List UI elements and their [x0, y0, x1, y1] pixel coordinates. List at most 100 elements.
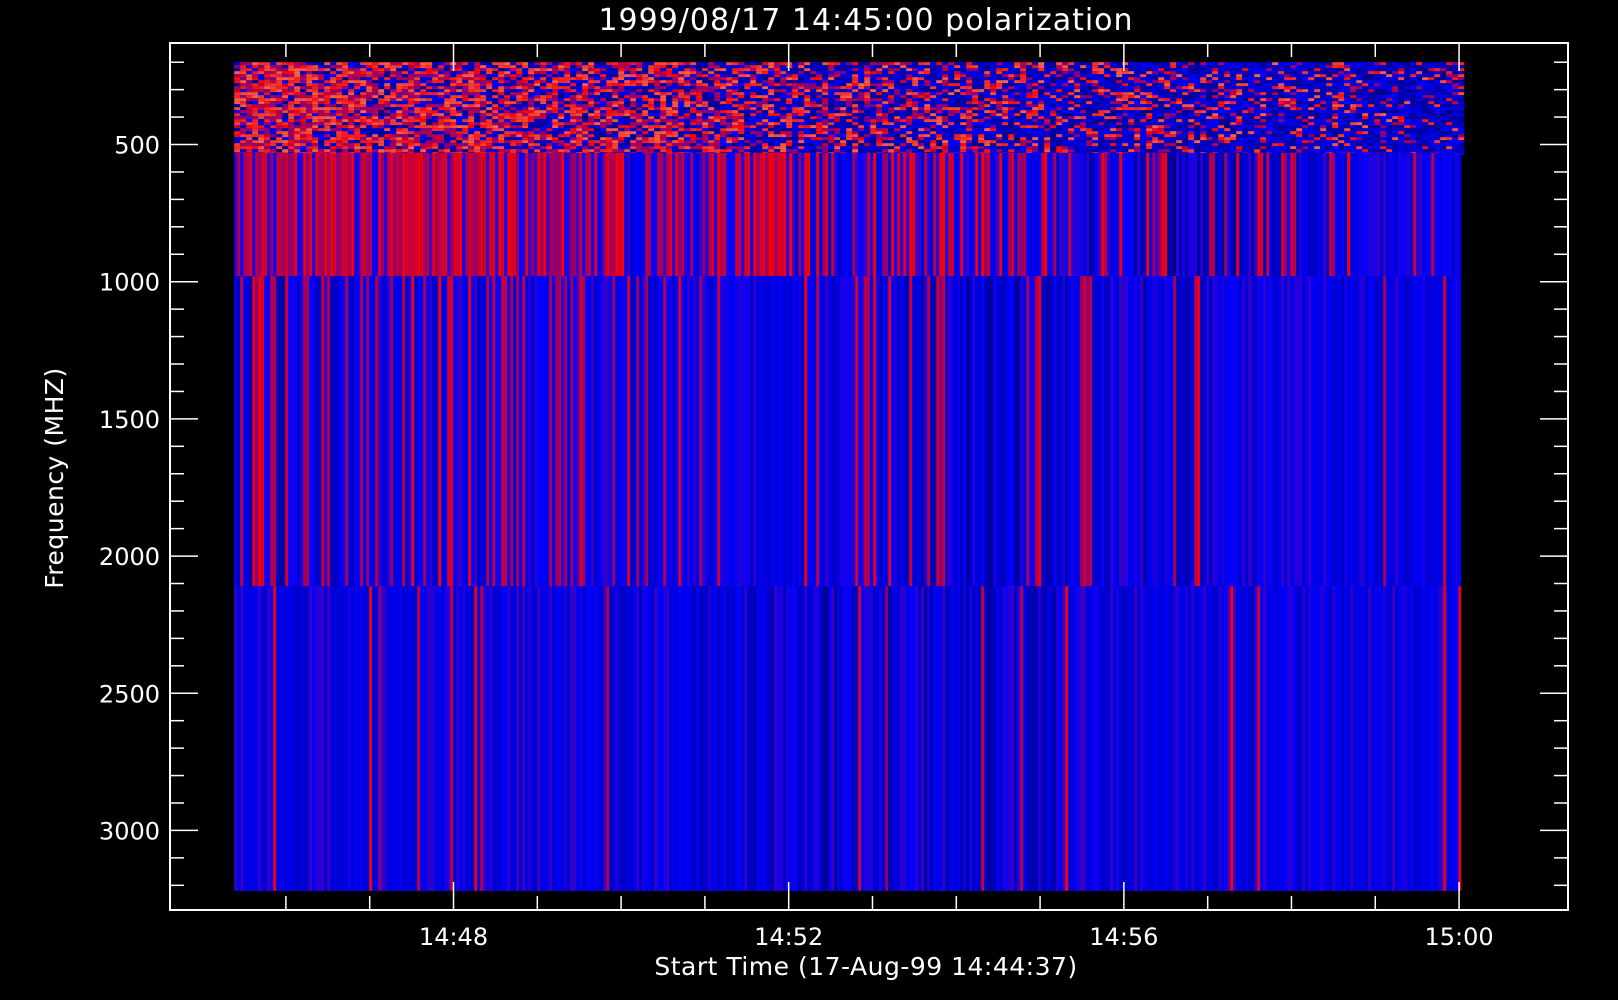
heatmap-cell: [318, 86, 325, 90]
heatmap-cell: [1140, 74, 1147, 78]
heatmap-cell: [234, 83, 241, 87]
heatmap-cell: [948, 92, 955, 96]
heatmap-cell: [750, 65, 757, 69]
heatmap-cell: [618, 128, 625, 132]
heatmap-cell: [306, 86, 313, 90]
heatmap-cell: [282, 86, 289, 90]
heatmap-cell: [648, 101, 655, 105]
heatmap-cell: [606, 104, 613, 108]
heatmap-cell: [858, 128, 865, 132]
heatmap-cell: [438, 86, 445, 90]
heatmap-cell: [246, 119, 253, 123]
heatmap-cell: [324, 74, 331, 78]
heatmap-cell: [600, 119, 607, 123]
heatmap-cell: [954, 98, 961, 102]
heatmap-cell: [528, 128, 535, 132]
heatmap-cell: [282, 77, 289, 81]
heatmap-cell: [1110, 101, 1117, 105]
heatmap-cell: [1032, 113, 1039, 117]
heatmap-cell: [1290, 131, 1297, 135]
heatmap-cell: [684, 77, 691, 81]
heatmap-cell: [1410, 95, 1417, 99]
heatmap-cell: [876, 71, 883, 75]
heatmap-cell: [438, 119, 445, 123]
heatmap-cell: [240, 101, 247, 105]
heatmap-cell: [756, 104, 763, 108]
heatmap-cell: [702, 101, 709, 105]
heatmap-cell: [534, 80, 541, 84]
heatmap-cell: [546, 95, 553, 99]
heatmap-cell: [570, 128, 577, 132]
heatmap-cell: [1236, 110, 1243, 114]
heatmap-cell: [546, 116, 553, 120]
heatmap-cell: [294, 71, 301, 75]
heatmap-cell: [1242, 80, 1249, 84]
heatmap-cell: [828, 113, 835, 117]
heatmap-cell: [792, 83, 799, 87]
heatmap-cell: [1290, 77, 1297, 81]
heatmap-cell: [1032, 68, 1039, 72]
heatmap-cell: [756, 80, 763, 84]
heatmap-cell: [342, 80, 349, 84]
heatmap-cell: [948, 71, 955, 75]
heatmap-cell: [318, 92, 325, 96]
heatmap-cell: [912, 83, 919, 87]
heatmap-cell: [1320, 77, 1327, 81]
heatmap-cell: [372, 71, 379, 75]
heatmap-cell: [1428, 62, 1435, 66]
heatmap-cell: [1248, 71, 1255, 75]
heatmap-cell: [408, 101, 415, 105]
heatmap-cell: [1278, 95, 1285, 99]
heatmap-cell: [1236, 77, 1243, 81]
heatmap-cell: [708, 71, 715, 75]
heatmap-cell: [366, 95, 373, 99]
heatmap-cell: [954, 116, 961, 120]
heatmap-cell: [540, 104, 547, 108]
heatmap-cell: [1128, 107, 1135, 111]
heatmap-cell: [480, 65, 487, 69]
heatmap-cell: [366, 116, 373, 120]
heatmap-cell: [1314, 110, 1321, 114]
heatmap-cell: [1002, 107, 1009, 111]
heatmap-cell: [1140, 128, 1147, 132]
heatmap-cell: [966, 131, 973, 135]
heatmap-cell: [282, 74, 289, 78]
heatmap-cell: [426, 89, 433, 93]
heatmap-cell: [1278, 62, 1285, 66]
heatmap-cell: [1278, 80, 1285, 84]
heatmap-cell: [858, 98, 865, 102]
heatmap-cell: [1266, 128, 1273, 132]
heatmap-cell: [834, 68, 841, 72]
heatmap-cell: [372, 62, 379, 66]
heatmap-cell: [1032, 86, 1039, 90]
heatmap-cell: [1290, 107, 1297, 111]
heatmap-cell: [984, 113, 991, 117]
heatmap-cell: [840, 86, 847, 90]
heatmap-cell: [1074, 122, 1081, 126]
heatmap-cell: [564, 131, 571, 135]
heatmap-cell: [840, 65, 847, 69]
heatmap-cell: [1254, 65, 1261, 69]
heatmap-cell: [1038, 71, 1045, 75]
heatmap-cell: [1182, 110, 1189, 114]
heatmap-cell: [1380, 74, 1387, 78]
heatmap-cell: [1404, 101, 1411, 105]
heatmap-cell: [642, 107, 649, 111]
heatmap-cell: [1008, 128, 1015, 132]
heatmap-cell: [1068, 83, 1075, 87]
heatmap-cell: [1296, 125, 1303, 129]
heatmap-cell: [1140, 113, 1147, 117]
heatmap-cell: [1446, 107, 1453, 111]
heatmap-cell: [984, 83, 991, 87]
heatmap-cell: [660, 125, 667, 129]
heatmap-cell: [1326, 122, 1333, 126]
heatmap-cell: [1428, 71, 1435, 75]
heatmap-cell: [714, 71, 721, 75]
heatmap-cell: [1032, 92, 1039, 96]
heatmap-cell: [1338, 116, 1345, 120]
heatmap-cell: [564, 134, 571, 138]
heatmap-cell: [900, 95, 907, 99]
heatmap-cell: [1128, 122, 1135, 126]
heatmap-cell: [834, 77, 841, 81]
heatmap-cell: [756, 98, 763, 102]
